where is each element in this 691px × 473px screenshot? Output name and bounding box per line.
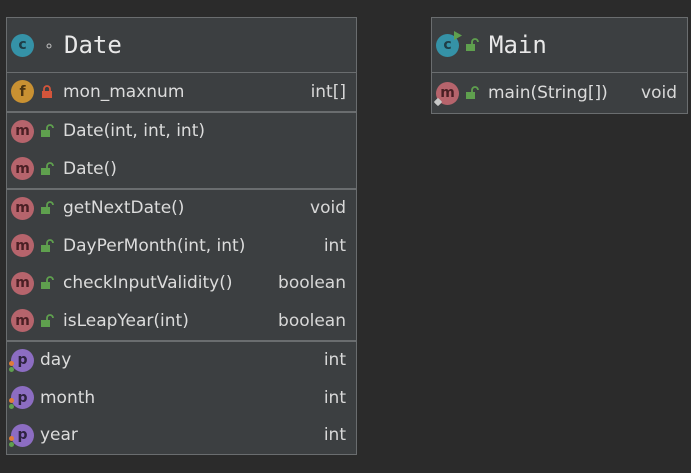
method-icon: m	[11, 157, 34, 181]
public-lock-icon	[466, 38, 479, 51]
getter-dot-icon	[9, 360, 14, 366]
method-icon: m	[11, 119, 34, 143]
method-return-type: boolean	[278, 273, 346, 294]
getter-dot-icon	[9, 398, 14, 404]
constructors-section: m Date(int, int, int) m Date()	[7, 113, 356, 190]
date-class-header[interactable]: c ∘ Date	[7, 18, 356, 73]
constructor-row[interactable]: m Date(int, int, int)	[7, 113, 356, 151]
method-row[interactable]: m DayPerMonth(int, int) int	[7, 227, 356, 265]
field-type: int[]	[310, 81, 346, 102]
constructor-row[interactable]: m Date()	[7, 150, 356, 188]
field-icon: f	[11, 80, 34, 104]
public-lock-icon	[41, 201, 54, 215]
getter-dot-icon	[9, 435, 14, 441]
public-lock-icon	[466, 86, 479, 99]
fields-section: f mon_maxnum int[]	[7, 73, 356, 113]
method-icon: m	[11, 234, 34, 258]
method-return-type: int	[323, 235, 346, 256]
method-row[interactable]: m main(String[]) void	[432, 73, 687, 113]
class-icon: c	[11, 33, 34, 57]
property-type: int	[323, 387, 346, 408]
field-name: mon_maxnum	[63, 81, 185, 102]
method-return-type: void	[641, 83, 677, 103]
public-lock-icon	[41, 276, 54, 290]
static-marker-icon	[433, 97, 443, 106]
constructor-name: Date(int, int, int)	[63, 121, 206, 142]
runnable-class-icon: c	[436, 30, 462, 57]
setter-dot-icon	[9, 404, 14, 410]
property-type: int	[323, 425, 346, 446]
property-name: day	[40, 350, 72, 371]
main-class-node[interactable]: c Main m main(String[]) void	[431, 17, 688, 114]
private-lock-icon	[42, 84, 52, 98]
field-row[interactable]: f mon_maxnum int[]	[7, 73, 356, 111]
static-method-icon: m	[433, 81, 459, 106]
public-lock-icon	[41, 238, 54, 252]
property-icon: p	[9, 386, 34, 410]
method-name: isLeapYear(int)	[63, 310, 189, 331]
public-lock-icon	[41, 313, 54, 327]
method-return-type: void	[310, 198, 346, 219]
property-row[interactable]: p day int	[7, 342, 356, 380]
static-marker-icon: ∘	[44, 35, 55, 55]
method-return-type: boolean	[278, 310, 346, 331]
method-name: getNextDate()	[63, 198, 185, 219]
main-class-header[interactable]: c Main	[432, 18, 687, 73]
public-lock-icon	[41, 161, 54, 175]
property-icon: p	[9, 423, 34, 447]
setter-dot-icon	[9, 366, 14, 372]
method-icon: m	[11, 271, 34, 295]
method-icon: m	[11, 196, 34, 220]
methods-section: m getNextDate() void m DayPerMonth(int, …	[7, 190, 356, 342]
main-class-title: Main	[489, 31, 547, 59]
method-row[interactable]: m checkInputValidity() boolean	[7, 265, 356, 303]
main-methods-section: m main(String[]) void	[432, 73, 687, 113]
constructor-name: Date()	[63, 158, 117, 179]
method-name: DayPerMonth(int, int)	[63, 235, 246, 256]
method-icon: m	[11, 309, 34, 333]
setter-dot-icon	[9, 441, 14, 447]
property-row[interactable]: p year int	[7, 417, 356, 455]
property-type: int	[323, 350, 346, 371]
method-name: main(String[])	[488, 83, 608, 103]
property-name: month	[40, 387, 96, 408]
properties-section: p day int p month int p year int	[7, 342, 356, 455]
run-arrow-icon	[454, 30, 462, 40]
date-class-title: Date	[64, 31, 122, 59]
property-icon: p	[9, 348, 34, 372]
method-row[interactable]: m getNextDate() void	[7, 190, 356, 228]
method-row[interactable]: m isLeapYear(int) boolean	[7, 302, 356, 340]
method-name: checkInputValidity()	[63, 273, 233, 294]
date-class-node[interactable]: c ∘ Date f mon_maxnum int[] m Date(int, …	[6, 17, 357, 455]
property-row[interactable]: p month int	[7, 379, 356, 417]
property-name: year	[40, 425, 78, 446]
public-lock-icon	[41, 124, 54, 138]
